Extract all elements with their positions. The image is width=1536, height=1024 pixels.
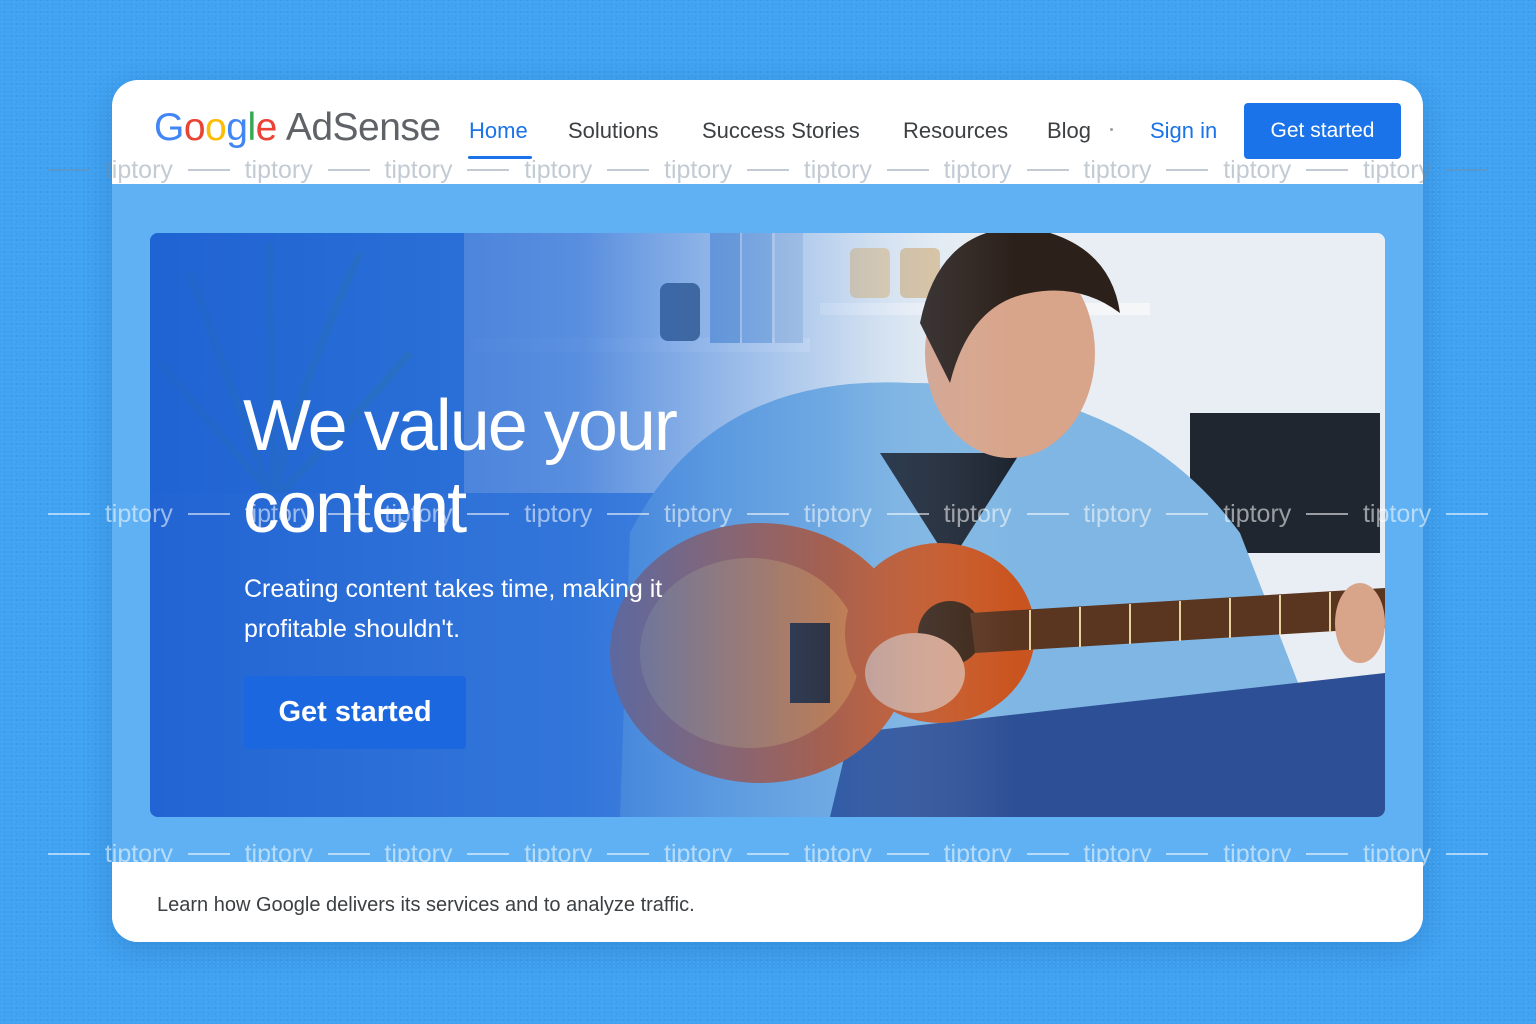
google-adsense-logo[interactable]: Go o g l e AdSense	[154, 106, 441, 150]
logo-product-name: AdSense	[285, 106, 441, 149]
cookie-notice-text: Learn how Google delivers its services a…	[157, 894, 695, 916]
nav-item-solutions[interactable]: Solutions	[568, 118, 659, 144]
nav-active-indicator	[468, 156, 532, 159]
get-started-nav-button[interactable]: Get started	[1244, 103, 1401, 159]
logo-letter: G	[154, 106, 184, 149]
nav-item-success-stories[interactable]: Success Stories	[702, 118, 860, 144]
sign-in-link[interactable]: Sign in	[1150, 118, 1217, 144]
logo-letter: o	[205, 106, 227, 149]
get-started-hero-button[interactable]: Get started	[244, 676, 466, 749]
nav-item-resources[interactable]: Resources	[903, 118, 1008, 144]
logo-letter: e	[255, 106, 278, 149]
nav-separator-dot	[1110, 128, 1113, 131]
nav-item-blog[interactable]: Blog	[1047, 118, 1091, 144]
top-navigation: Go o g l e AdSense Home Solutions Success Sto…	[112, 80, 1423, 184]
logo-letter: o	[183, 106, 206, 149]
hero-title: We value your content	[243, 386, 678, 548]
nav-item-home[interactable]: Home	[469, 118, 528, 144]
logo-letter: l	[247, 106, 256, 149]
logo-letter: g	[226, 106, 248, 149]
hero-banner: We value your content Creating content t…	[150, 233, 1385, 817]
hero-subtitle: Creating content takes time, making it p…	[244, 575, 663, 643]
